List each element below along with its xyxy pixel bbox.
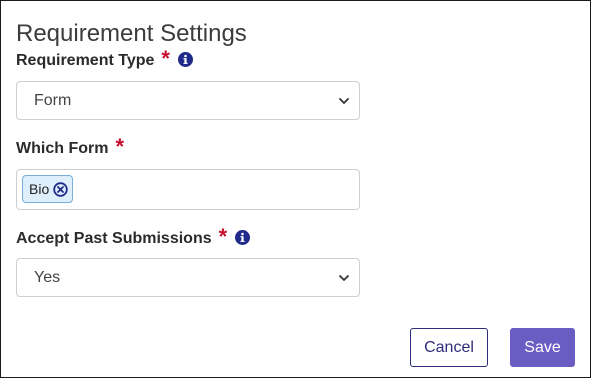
selected-form-chip: Bio (22, 175, 74, 203)
chevron-down-icon (338, 95, 350, 107)
info-icon[interactable] (235, 229, 251, 245)
accept-past-submissions-select[interactable]: Yes (16, 258, 360, 297)
info-icon[interactable] (177, 51, 193, 67)
required-indicator: * (115, 134, 124, 159)
requirement-type-select[interactable]: Form (16, 81, 360, 120)
cancel-button[interactable]: Cancel (410, 328, 488, 367)
requirement-type-label: Requirement Type (16, 52, 155, 69)
requirement-type-label-row: Requirement Type * (16, 46, 193, 71)
which-form-multiselect[interactable]: Bio (16, 169, 360, 210)
requirement-type-value: Form (34, 92, 72, 109)
save-button[interactable]: Save (510, 328, 575, 367)
which-form-label: Which Form (16, 140, 109, 157)
accept-past-submissions-label: Accept Past Submissions (16, 230, 212, 247)
accept-past-submissions-label-row: Accept Past Submissions * (16, 224, 251, 249)
required-indicator: * (161, 46, 170, 71)
requirement-settings-dialog: Requirement Settings Requirement Type * … (0, 0, 591, 378)
chip-label: Bio (29, 181, 50, 197)
remove-circle-icon[interactable] (53, 181, 68, 197)
which-form-label-row: Which Form * (16, 134, 124, 159)
chevron-down-icon (338, 272, 350, 284)
dialog-title: Requirement Settings (16, 20, 247, 47)
accept-past-submissions-value: Yes (34, 269, 61, 286)
required-indicator: * (218, 224, 228, 249)
